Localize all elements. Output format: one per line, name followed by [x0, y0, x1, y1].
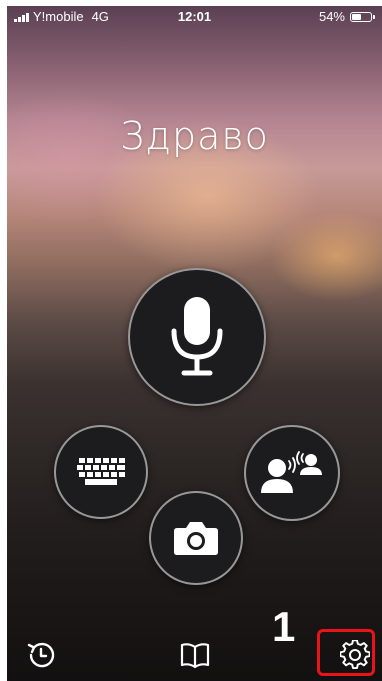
conversation-icon: [261, 451, 322, 493]
battery-percent: 54%: [318, 9, 345, 24]
battery-icon: [350, 12, 375, 22]
app-screen: Y!mobile 4G 12:01 54% Здраво: [7, 6, 382, 681]
greeting-text: Здраво: [120, 114, 269, 158]
settings-highlight-box: [317, 629, 375, 676]
keyboard-button[interactable]: [54, 425, 148, 519]
book-icon: [180, 643, 210, 669]
history-button[interactable]: [19, 633, 63, 677]
status-bar: Y!mobile 4G 12:01 54%: [7, 6, 382, 28]
step-number-label: 1: [272, 603, 296, 650]
camera-button[interactable]: [149, 491, 243, 585]
history-icon: [27, 642, 55, 668]
phrasebook-button[interactable]: [173, 633, 217, 677]
microphone-icon: [171, 297, 223, 376]
keyboard-icon: [77, 458, 125, 485]
microphone-button[interactable]: [128, 268, 266, 406]
camera-icon: [174, 522, 218, 555]
battery-info: 54%: [318, 6, 375, 28]
conversation-button[interactable]: [244, 425, 340, 521]
